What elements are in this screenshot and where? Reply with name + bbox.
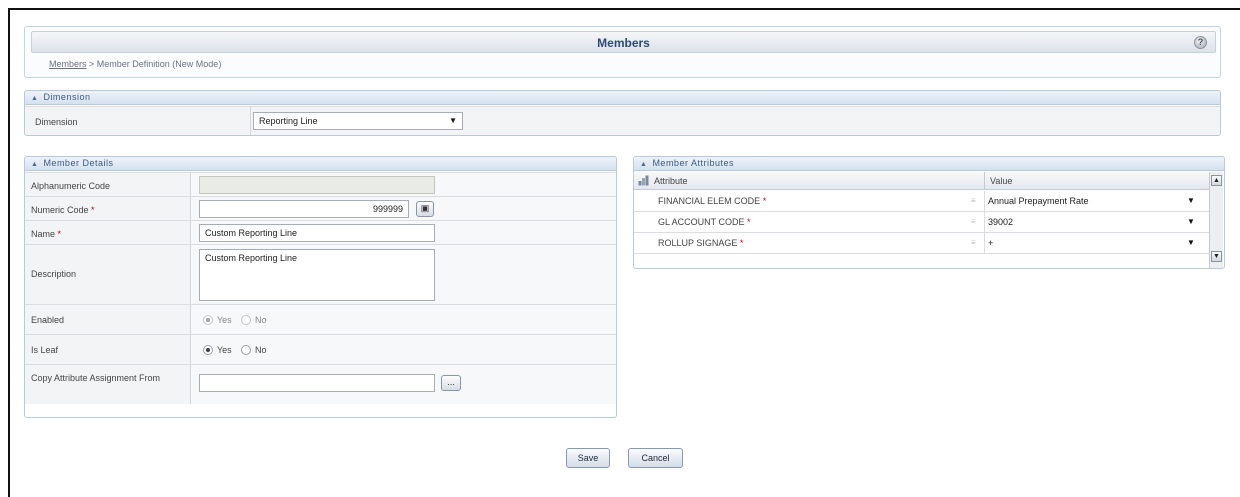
scroll-down-icon[interactable]: ▼ bbox=[1211, 251, 1222, 262]
attribute-value-select[interactable]: + bbox=[988, 238, 993, 248]
help-icon[interactable]: ? bbox=[1194, 36, 1207, 49]
is-leaf-row: Is Leaf Yes No bbox=[25, 334, 616, 364]
column-header-value[interactable]: Value bbox=[990, 176, 1012, 186]
dimension-section-title: Dimension bbox=[43, 92, 91, 102]
description-textarea[interactable]: Custom Reporting Line bbox=[199, 249, 435, 301]
breadcrumb-members-link[interactable]: Members bbox=[49, 59, 87, 69]
dropdown-arrow-icon: ▼ bbox=[449, 116, 457, 125]
is-leaf-yes-label: Yes bbox=[217, 345, 232, 355]
grip-icon: ≡ bbox=[971, 196, 976, 205]
required-marker: * bbox=[739, 238, 744, 248]
grid-settings-icon[interactable] bbox=[638, 175, 649, 186]
copy-attribute-label: Copy Attribute Assignment From bbox=[31, 373, 161, 383]
is-leaf-label: Is Leaf bbox=[31, 345, 59, 355]
value-cell: ... bbox=[190, 365, 616, 404]
member-details-header[interactable]: ▲ Member Details bbox=[25, 157, 616, 171]
required-marker: * bbox=[747, 217, 751, 227]
collapse-caret-icon[interactable]: ▲ bbox=[31, 92, 38, 105]
column-separator bbox=[984, 233, 985, 253]
value-cell: Custom Reporting Line bbox=[190, 221, 616, 244]
dropdown-arrow-icon[interactable]: ▼ bbox=[1187, 217, 1195, 226]
numeric-code-label: Numeric Code * bbox=[31, 205, 95, 215]
is-leaf-no-label: No bbox=[255, 345, 267, 355]
dimension-label: Dimension bbox=[35, 117, 78, 127]
column-header-attribute[interactable]: Attribute bbox=[654, 176, 688, 186]
column-separator bbox=[984, 191, 985, 211]
attribute-name: GL ACCOUNT CODE * bbox=[658, 217, 751, 227]
page-header-panel: Members ? Members > Member Definition (N… bbox=[24, 26, 1221, 78]
page-title: Members bbox=[597, 36, 650, 50]
attribute-row[interactable]: GL ACCOUNT CODE * ≡ 39002 ▼ bbox=[634, 212, 1209, 233]
attribute-value-select[interactable]: 39002 bbox=[988, 217, 1013, 227]
column-separator bbox=[984, 212, 985, 232]
enabled-yes-radio[interactable] bbox=[203, 315, 213, 325]
attributes-grid-header: Attribute Value bbox=[634, 172, 1209, 190]
enabled-label: Enabled bbox=[31, 315, 65, 325]
member-details-section: ▲ Member Details Alphanumeric Code Numeri… bbox=[24, 156, 617, 418]
name-input[interactable]: Custom Reporting Line bbox=[199, 224, 435, 242]
dimension-select[interactable]: Reporting Line ▼ bbox=[253, 112, 463, 130]
alphanumeric-code-row: Alphanumeric Code bbox=[25, 172, 616, 196]
name-row: Name * Custom Reporting Line bbox=[25, 220, 616, 244]
vertical-scrollbar[interactable]: ▲ ▼ bbox=[1209, 172, 1223, 268]
value-cell: Yes No bbox=[190, 335, 616, 364]
alphanumeric-code-label: Alphanumeric Code bbox=[31, 181, 111, 191]
dimension-section: ▲ Dimension Dimension Reporting Line ▼ bbox=[24, 90, 1221, 136]
column-separator bbox=[984, 172, 985, 189]
required-marker: * bbox=[91, 205, 95, 215]
attribute-row[interactable]: FINANCIAL ELEM CODE * ≡ Annual Prepaymen… bbox=[634, 191, 1209, 212]
member-attributes-title: Member Attributes bbox=[652, 158, 734, 168]
value-cell: Yes No bbox=[190, 305, 616, 334]
cell-divider bbox=[250, 107, 251, 135]
dimension-select-value: Reporting Line bbox=[259, 116, 318, 126]
dropdown-arrow-icon[interactable]: ▼ bbox=[1187, 196, 1195, 205]
numeric-code-row: Numeric Code * 999999 ▣ bbox=[25, 196, 616, 220]
member-attributes-header[interactable]: ▲ Member Attributes bbox=[634, 157, 1224, 171]
cancel-button[interactable]: Cancel bbox=[628, 448, 683, 468]
grip-icon: ≡ bbox=[971, 217, 976, 226]
dropdown-arrow-icon[interactable]: ▼ bbox=[1187, 238, 1195, 247]
attribute-name: FINANCIAL ELEM CODE * bbox=[658, 196, 767, 206]
enabled-no-radio[interactable] bbox=[241, 315, 251, 325]
value-cell: 999999 ▣ bbox=[190, 197, 616, 220]
is-leaf-no-radio[interactable] bbox=[241, 345, 251, 355]
breadcrumb-current: > Member Definition (New Mode) bbox=[86, 59, 222, 69]
value-cell bbox=[190, 173, 616, 196]
required-marker: * bbox=[762, 196, 767, 206]
attribute-name: ROLLUP SIGNAGE * bbox=[658, 238, 744, 248]
browse-button[interactable]: ... bbox=[441, 375, 461, 391]
name-label: Name * bbox=[31, 229, 62, 239]
breadcrumb: Members > Member Definition (New Mode) bbox=[49, 59, 221, 69]
collapse-caret-icon[interactable]: ▲ bbox=[31, 158, 38, 171]
description-label: Description bbox=[31, 269, 77, 279]
dimension-row: Dimension Reporting Line ▼ bbox=[25, 106, 1220, 135]
save-button[interactable]: Save bbox=[566, 448, 610, 468]
enabled-row: Enabled Yes No bbox=[25, 304, 616, 334]
value-cell: Custom Reporting Line bbox=[190, 245, 616, 304]
title-bar: Members ? bbox=[31, 31, 1216, 53]
copy-attribute-row: Copy Attribute Assignment From ... bbox=[25, 364, 616, 404]
numeric-code-input[interactable]: 999999 bbox=[199, 200, 409, 218]
member-attributes-section: ▲ Member Attributes Attribute Value FINAN… bbox=[633, 156, 1225, 269]
calculator-icon[interactable]: ▣ bbox=[416, 201, 434, 217]
member-details-title: Member Details bbox=[43, 158, 114, 168]
description-row: Description Custom Reporting Line bbox=[25, 244, 616, 304]
attribute-value-select[interactable]: Annual Prepayment Rate bbox=[988, 196, 1089, 206]
scroll-up-icon[interactable]: ▲ bbox=[1211, 175, 1222, 186]
dimension-section-header[interactable]: ▲ Dimension bbox=[25, 91, 1220, 105]
attribute-row[interactable]: ROLLUP SIGNAGE * ≡ + ▼ bbox=[634, 233, 1209, 254]
is-leaf-yes-radio[interactable] bbox=[203, 345, 213, 355]
alphanumeric-code-input[interactable] bbox=[199, 176, 435, 194]
copy-attribute-input[interactable] bbox=[199, 374, 435, 392]
collapse-caret-icon[interactable]: ▲ bbox=[640, 158, 647, 171]
required-marker: * bbox=[57, 229, 62, 239]
grip-icon: ≡ bbox=[971, 238, 976, 247]
enabled-yes-label: Yes bbox=[217, 315, 232, 325]
enabled-no-label: No bbox=[255, 315, 267, 325]
